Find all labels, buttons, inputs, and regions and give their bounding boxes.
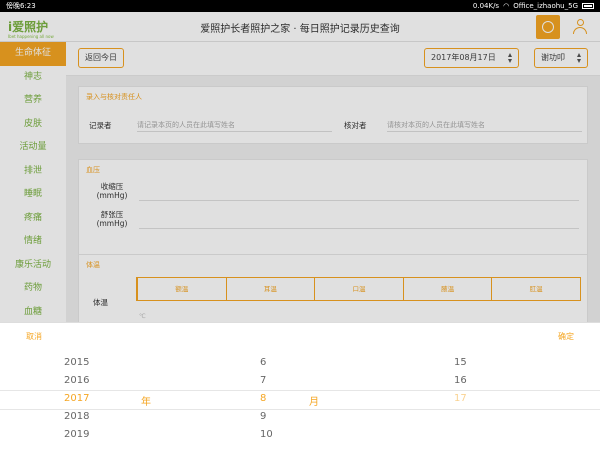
month-option[interactable]: 9 <box>260 411 266 422</box>
picker-selected-row[interactable]: 2017 年 8 月 17 <box>0 391 600 409</box>
picker-confirm-button[interactable]: 确定 <box>558 331 574 342</box>
date-picker: 取消 确定 2015 6 15 2016 7 16 2017 年 8 月 17 … <box>0 322 600 450</box>
wifi-icon: ◠ <box>503 2 510 10</box>
year-option[interactable]: 2016 <box>64 375 89 386</box>
picker-header: 取消 确定 <box>0 323 600 349</box>
picker-row[interactable]: 2016 7 16 <box>0 373 600 391</box>
year-unit: 年 <box>141 397 151 408</box>
picker-row[interactable]: 2019 10 <box>0 427 600 445</box>
month-option[interactable]: 6 <box>260 357 266 368</box>
picker-row[interactable]: 2018 9 <box>0 409 600 427</box>
month-unit: 月 <box>309 397 319 408</box>
picker-row[interactable]: 2015 6 15 <box>0 355 600 373</box>
month-option[interactable]: 10 <box>260 429 273 440</box>
selected-month[interactable]: 8 <box>260 393 266 404</box>
day-option[interactable]: 16 <box>454 375 467 386</box>
year-option[interactable]: 2015 <box>64 357 89 368</box>
status-time: 傍晚6:23 <box>6 2 36 10</box>
year-option[interactable]: 2019 <box>64 429 89 440</box>
status-right: 0.04K/s ◠ Office_izhaohu_5G <box>473 0 594 12</box>
picker-cancel-button[interactable]: 取消 <box>26 331 42 342</box>
wifi-name: Office_izhaohu_5G <box>513 2 578 10</box>
month-option[interactable]: 7 <box>260 375 266 386</box>
status-bar: 傍晚6:23 0.04K/s ◠ Office_izhaohu_5G <box>0 0 600 12</box>
network-speed: 0.04K/s <box>472 2 500 10</box>
modal-backdrop[interactable] <box>0 12 600 322</box>
selected-year[interactable]: 2017 <box>64 393 89 404</box>
battery-icon <box>582 3 594 9</box>
year-option[interactable]: 2018 <box>64 411 89 422</box>
selected-day[interactable]: 17 <box>454 393 467 404</box>
day-option[interactable]: 15 <box>454 357 467 368</box>
